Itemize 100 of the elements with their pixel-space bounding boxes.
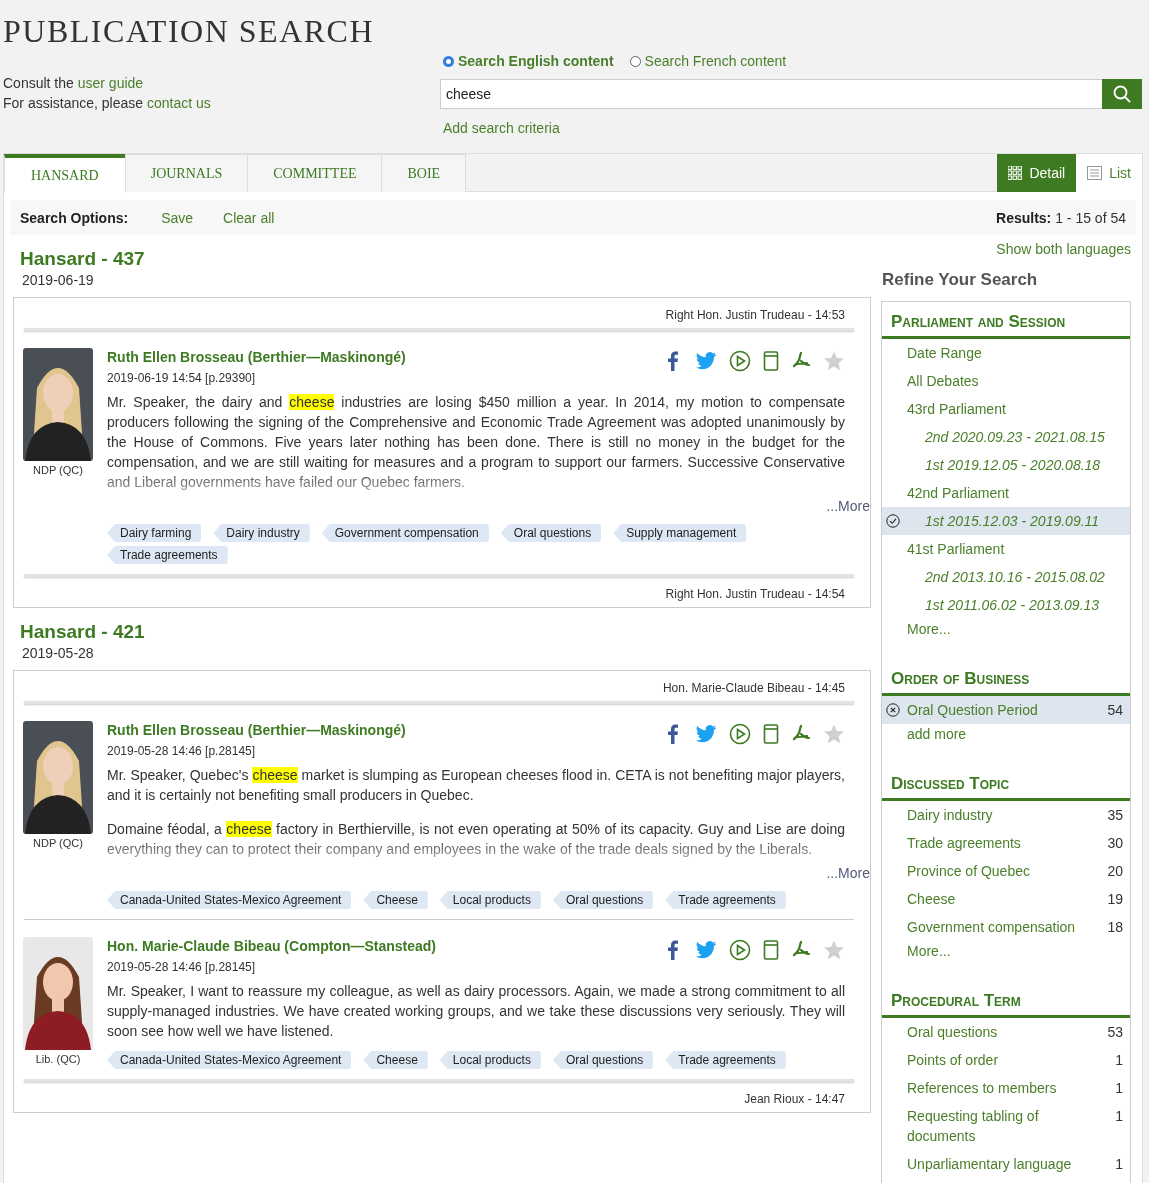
star-icon[interactable] [823, 350, 845, 372]
book-icon[interactable] [763, 350, 779, 372]
add-criteria-link[interactable]: Add search criteria [443, 120, 560, 136]
facet-label: Points of order [907, 1051, 1000, 1070]
facet-item[interactable]: Unparliamentary language 1 [882, 1150, 1130, 1178]
show-both-languages-link[interactable]: Show both languages [996, 241, 1131, 257]
facet-label: Cheese [907, 890, 957, 909]
help-text: For assistance, please contact us [3, 94, 212, 113]
help-link[interactable]: user guide [77, 75, 144, 91]
topic-tag[interactable]: Supply management [613, 524, 747, 542]
facet-item[interactable]: Date Range [882, 339, 1130, 367]
topic-tag[interactable]: Cheese [363, 1051, 428, 1069]
tab[interactable]: BOIE [381, 154, 467, 192]
tab[interactable]: HANSARD [4, 154, 126, 193]
language-radio[interactable]: Search English content [443, 53, 614, 69]
topic-tag[interactable]: Local products [439, 1051, 541, 1069]
search-button[interactable] [1102, 79, 1142, 109]
facet-item[interactable]: Cheese 19 [882, 885, 1130, 913]
star-icon[interactable] [823, 723, 845, 745]
view-toggle[interactable]: Detail [997, 154, 1077, 192]
facet-item[interactable]: 2nd 2013.10.16 - 2015.08.02 [882, 563, 1130, 591]
play-icon[interactable] [729, 939, 751, 961]
option-link[interactable]: Clear all [223, 209, 275, 226]
group-title[interactable]: Hansard - 437 [20, 247, 871, 271]
book-icon[interactable] [763, 723, 779, 745]
star-icon[interactable] [823, 939, 845, 961]
facet-label: 1st 2019.12.05 - 2020.08.18 [925, 456, 1102, 475]
facet-more-link[interactable]: More... [882, 941, 1130, 961]
help-link[interactable]: contact us [146, 95, 211, 111]
check-icon [886, 514, 900, 528]
speaker-name[interactable]: Hon. Marie-Claude Bibeau (Compton—Stanstead) [107, 937, 437, 955]
topic-tag[interactable]: Dairy farming [107, 524, 202, 542]
tab[interactable]: COMMITTEE [247, 154, 383, 192]
facet-count: 54 [1107, 701, 1123, 720]
language-radio[interactable]: Search French content [629, 53, 787, 69]
group-title[interactable]: Hansard - 421 [20, 620, 871, 644]
speech-text: Mr. Speaker, the dairy and cheese industries are losing $450 million a year. In 2014, my motion to compensate producers following the signing of the Comprehensive and Economic Trade Agreement was adopted unanimously by the House of Commons. Five years later nothing has been done. There is still no money in the budget for the compensation, and we are still waiting for measures and a program to support our farmers. Successive Conservative and Liberal governments have failed our Quebec farmers. [107, 393, 845, 492]
topic-tag[interactable]: Canada-United States-Mexico Agreement [107, 1051, 352, 1069]
topic-tag[interactable]: Oral questions [552, 1051, 654, 1069]
facet-item[interactable]: Government compensation 18 [882, 913, 1130, 941]
group-date: 2019-05-28 [22, 644, 95, 662]
topic-tag[interactable]: Canada-United States-Mexico Agreement [107, 891, 352, 909]
facet-more-link[interactable]: More... [882, 619, 1130, 639]
facet-item[interactable]: Points of order 1 [882, 1046, 1130, 1074]
topic-tag[interactable]: Trade agreements [665, 1051, 786, 1069]
facet-item[interactable]: 41st Parliament [882, 535, 1130, 563]
speaker-name[interactable]: Ruth Ellen Brosseau (Berthier—Maskinongé) [107, 721, 406, 739]
speaker-name[interactable]: Ruth Ellen Brosseau (Berthier—Maskinongé) [107, 348, 406, 366]
facet-item[interactable]: Trade agreements 30 [882, 829, 1130, 857]
help-text: Consult the user guide [3, 74, 145, 93]
bird-icon[interactable] [695, 724, 717, 744]
facet-item[interactable]: 2nd 2020.09.23 - 2021.08.15 [882, 423, 1130, 451]
facet-item[interactable]: 42nd Parliament [882, 479, 1130, 507]
facet-label: Government compensation [907, 918, 1077, 937]
facet-more-link[interactable]: add more [882, 724, 1130, 744]
facet-label: Province of Quebec [907, 862, 1031, 881]
bird-icon[interactable] [695, 940, 717, 960]
topic-tag[interactable]: Local products [439, 891, 541, 909]
facet-item[interactable]: Province of Quebec 20 [882, 857, 1130, 885]
topic-tag[interactable]: Oral questions [552, 891, 654, 909]
topic-tag[interactable]: Government compensation [321, 524, 489, 542]
topic-tag[interactable]: Trade agreements [107, 546, 228, 564]
bird-icon[interactable] [695, 351, 717, 371]
facet-item[interactable]: 1st 2015.12.03 - 2019.09.11 [882, 507, 1130, 535]
facet-label: Oral Question Period [907, 701, 1039, 720]
facet-count: 53 [1107, 1023, 1123, 1042]
search-field[interactable]: cheese [440, 79, 1102, 109]
speaker-time: Hon. Marie-Claude Bibeau - 14:45 [661, 680, 846, 697]
facet-title: Discussed Topic [882, 764, 1130, 801]
facet-label: Oral questions [907, 1023, 999, 1042]
topic-tag[interactable]: Oral questions [500, 524, 602, 542]
list-icon [1087, 166, 1103, 180]
play-icon[interactable] [729, 350, 751, 372]
facet-item[interactable]: All Debates [882, 367, 1130, 395]
view-toggle[interactable]: List [1076, 154, 1142, 192]
speaker-time: Jean Rioux - 14:47 [743, 1091, 846, 1108]
book-icon[interactable] [763, 939, 779, 961]
remove-icon[interactable] [886, 703, 900, 717]
play-icon[interactable] [729, 723, 751, 745]
topic-tag[interactable]: Trade agreements [665, 891, 786, 909]
facet-item[interactable]: References to members 1 [882, 1074, 1130, 1102]
facet-item[interactable]: Oral Question Period 54 [882, 696, 1130, 724]
topic-tag[interactable]: Cheese [363, 891, 428, 909]
date-reference: 2019-05-28 14:46 [p.28145] [107, 744, 257, 758]
speaker-time: Right Hon. Justin Trudeau - 14:53 [664, 307, 846, 324]
facet-item[interactable]: Oral questions 53 [882, 1018, 1130, 1046]
option-link[interactable]: Save [161, 209, 194, 226]
tab[interactable]: JOURNALS [124, 154, 249, 192]
facet-item[interactable]: 1st 2019.12.05 - 2020.08.18 [882, 451, 1130, 479]
more-link[interactable]: ...More [826, 498, 870, 514]
facet-label: 2nd 2013.10.16 - 2015.08.02 [925, 568, 1106, 587]
facet-item[interactable]: Requesting tabling of documents 1 [882, 1102, 1130, 1150]
facet-item[interactable]: 1st 2011.06.02 - 2013.09.13 [882, 591, 1130, 619]
speech-text: Domaine féodal, a cheese factory in Berthierville, is not even operating at 50% of its capacity. Guy and Lise are doing everything they can to protect their company and employees in the wake of the trade deals signed by the Liberals. [107, 820, 845, 859]
topic-tag[interactable]: Dairy industry [213, 524, 310, 542]
facet-item[interactable]: 43rd Parliament [882, 395, 1130, 423]
facet-item[interactable]: Dairy industry 35 [882, 801, 1130, 829]
more-link[interactable]: ...More [826, 865, 870, 881]
search-icon [1112, 84, 1132, 104]
options-label: Search Options: [20, 209, 129, 226]
